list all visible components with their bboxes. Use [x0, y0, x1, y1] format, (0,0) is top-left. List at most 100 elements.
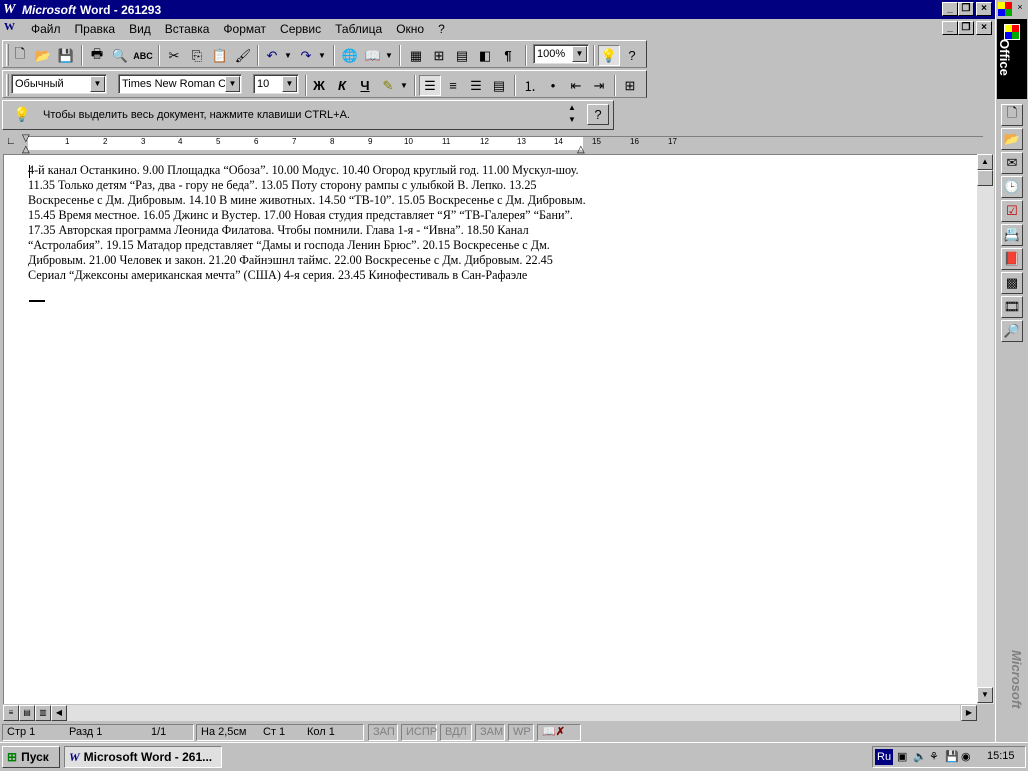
page-layout-view-icon[interactable]: ▥	[35, 705, 51, 721]
tip-prev-icon[interactable]: ▲	[565, 103, 579, 115]
open-office-document-icon[interactable]: 📂	[1001, 128, 1023, 150]
decrease-indent-icon[interactable]: ⇤	[565, 75, 587, 96]
scroll-right-icon[interactable]: ▶	[961, 705, 977, 721]
font-size-combo[interactable]: 10 ▼	[253, 74, 299, 94]
web-dropdown-icon[interactable]: ▼	[384, 45, 394, 66]
tray-monitor-icon[interactable]: ◉	[961, 750, 971, 763]
numbering-icon[interactable]: ⒈	[519, 75, 541, 96]
font-size-dropdown-icon[interactable]: ▼	[282, 76, 297, 92]
print-icon[interactable]: 🖶	[86, 45, 108, 66]
tip-next-icon[interactable]: ▼	[565, 115, 579, 127]
paste-icon[interactable]: 📋	[209, 45, 231, 66]
language-indicator[interactable]: Ru	[875, 749, 894, 765]
spelling-icon[interactable]: ABC	[132, 45, 154, 66]
word-app-icon[interactable]: W	[3, 2, 19, 18]
start-button[interactable]: ⊞ Пуск	[2, 746, 60, 768]
office-logo-icon[interactable]	[998, 2, 1012, 16]
italic-button[interactable]: К	[331, 75, 353, 96]
redo-icon[interactable]: ↷	[295, 45, 317, 66]
show-formatting-icon[interactable]: ¶	[497, 45, 519, 66]
insert-table-icon[interactable]: ⊞	[428, 45, 450, 66]
font-combo[interactable]: Times New Roman C ▼	[118, 74, 242, 94]
open-folder-icon[interactable]: 📂	[32, 45, 54, 66]
new-office-document-icon[interactable]: 🗋	[1001, 104, 1023, 126]
tray-app-icon[interactable]: ▣	[897, 750, 907, 763]
status-rec[interactable]: ЗАП	[368, 724, 398, 741]
online-layout-view-icon[interactable]: ▤	[19, 705, 35, 721]
bullets-icon[interactable]: •	[542, 75, 564, 96]
align-center-icon[interactable]: ≡	[442, 75, 464, 96]
title-bar[interactable]: W Microsoft Word - 261293 _ ❐ ×	[0, 0, 995, 19]
status-wp[interactable]: WP	[508, 724, 534, 741]
menu-view[interactable]: Вид	[122, 20, 158, 38]
menu-help[interactable]: ?	[431, 20, 452, 38]
tray-network-icon[interactable]: ⚘	[929, 750, 939, 763]
status-overtype[interactable]: ЗАМ	[475, 724, 505, 741]
highlight-icon[interactable]: ✎	[377, 75, 399, 96]
undo-dropdown-icon[interactable]: ▼	[283, 45, 293, 66]
whats-this-help-icon[interactable]: ?	[621, 45, 643, 66]
doc-close-button[interactable]: ×	[976, 21, 992, 35]
underline-button[interactable]: Ч	[354, 75, 376, 96]
bold-button[interactable]: Ж	[308, 75, 330, 96]
new-journal-entry-icon[interactable]: 📕	[1001, 248, 1023, 270]
font-dropdown-icon[interactable]: ▼	[225, 76, 240, 92]
insert-excel-icon[interactable]: ▤	[451, 45, 473, 66]
close-button[interactable]: ×	[976, 2, 992, 16]
doc-restore-button[interactable]: ❐	[958, 21, 974, 35]
task-button-word[interactable]: W Microsoft Word - 261...	[64, 746, 222, 768]
columns-icon[interactable]: ◧	[474, 45, 496, 66]
document-page[interactable]: 4-й канал Останкино. 9.00 Площадка “Обоз…	[3, 154, 977, 704]
menu-format[interactable]: Формат	[216, 20, 273, 38]
office-menu-icon[interactable]	[1004, 24, 1020, 40]
menu-window[interactable]: Окно	[389, 20, 431, 38]
insert-hyperlink-icon[interactable]: 🌐	[339, 45, 361, 66]
normal-view-icon[interactable]: ≡	[3, 705, 19, 721]
new-contact-icon[interactable]: 📇	[1001, 224, 1023, 246]
scroll-thumb[interactable]	[977, 170, 993, 186]
menu-insert[interactable]: Вставка	[158, 20, 217, 38]
new-note-icon[interactable]: ▩	[1001, 272, 1023, 294]
new-document-icon[interactable]: 🗋	[9, 45, 31, 66]
menu-file[interactable]: Файл	[24, 20, 68, 38]
doc-minimize-button[interactable]: _	[942, 21, 958, 35]
scroll-left-icon[interactable]: ◀	[51, 705, 67, 721]
status-extend[interactable]: ВДЛ	[440, 724, 472, 741]
restore-button[interactable]: ❐	[958, 2, 974, 16]
style-dropdown-icon[interactable]: ▼	[90, 76, 105, 92]
first-line-indent-marker[interactable]: ▽	[22, 133, 30, 144]
redo-dropdown-icon[interactable]: ▼	[317, 45, 327, 66]
microsoft-bookshelf-icon[interactable]: 🎞	[1001, 296, 1023, 318]
format-painter-icon[interactable]: 🖌	[232, 45, 254, 66]
getting-results-book-icon[interactable]: 🔎	[1001, 320, 1023, 342]
scroll-up-icon[interactable]: ▲	[977, 154, 993, 170]
horizontal-scroll-track[interactable]	[67, 705, 960, 721]
justify-icon[interactable]: ▤	[488, 75, 510, 96]
spelling-status-icon[interactable]: 📖✗	[537, 724, 581, 741]
align-right-icon[interactable]: ☰	[465, 75, 487, 96]
menu-table[interactable]: Таблица	[328, 20, 389, 38]
web-toolbar-icon[interactable]: 📖	[362, 45, 384, 66]
menu-tools[interactable]: Сервис	[273, 20, 328, 38]
increase-indent-icon[interactable]: ⇥	[588, 75, 610, 96]
undo-icon[interactable]: ↶	[261, 45, 283, 66]
tip-help-icon[interactable]: ?	[587, 104, 609, 125]
highlight-dropdown-icon[interactable]: ▼	[399, 75, 409, 96]
office-assistant-icon[interactable]: 💡	[598, 45, 620, 66]
align-left-icon[interactable]: ☰	[419, 75, 441, 96]
minimize-button[interactable]: _	[942, 2, 958, 16]
zoom-combo[interactable]: 100% ▼	[533, 44, 589, 64]
tray-disk-icon[interactable]: 💾	[945, 750, 959, 763]
vertical-scrollbar[interactable]: ▲ ▼	[977, 154, 994, 704]
scroll-down-icon[interactable]: ▼	[977, 687, 993, 703]
volume-icon[interactable]: 🔈	[913, 750, 927, 763]
save-disk-icon[interactable]: 💾	[55, 45, 77, 66]
office-bar-close-icon[interactable]: ×	[1014, 2, 1026, 14]
style-combo[interactable]: Обычный ▼	[11, 74, 107, 94]
new-appointment-icon[interactable]: 🕒	[1001, 176, 1023, 198]
new-message-icon[interactable]: ✉	[1001, 152, 1023, 174]
clock[interactable]: 15:15	[987, 750, 1015, 762]
copy-icon[interactable]: ⎘	[186, 45, 208, 66]
cut-icon[interactable]: ✂	[163, 45, 185, 66]
print-preview-icon[interactable]: 🔍	[109, 45, 131, 66]
